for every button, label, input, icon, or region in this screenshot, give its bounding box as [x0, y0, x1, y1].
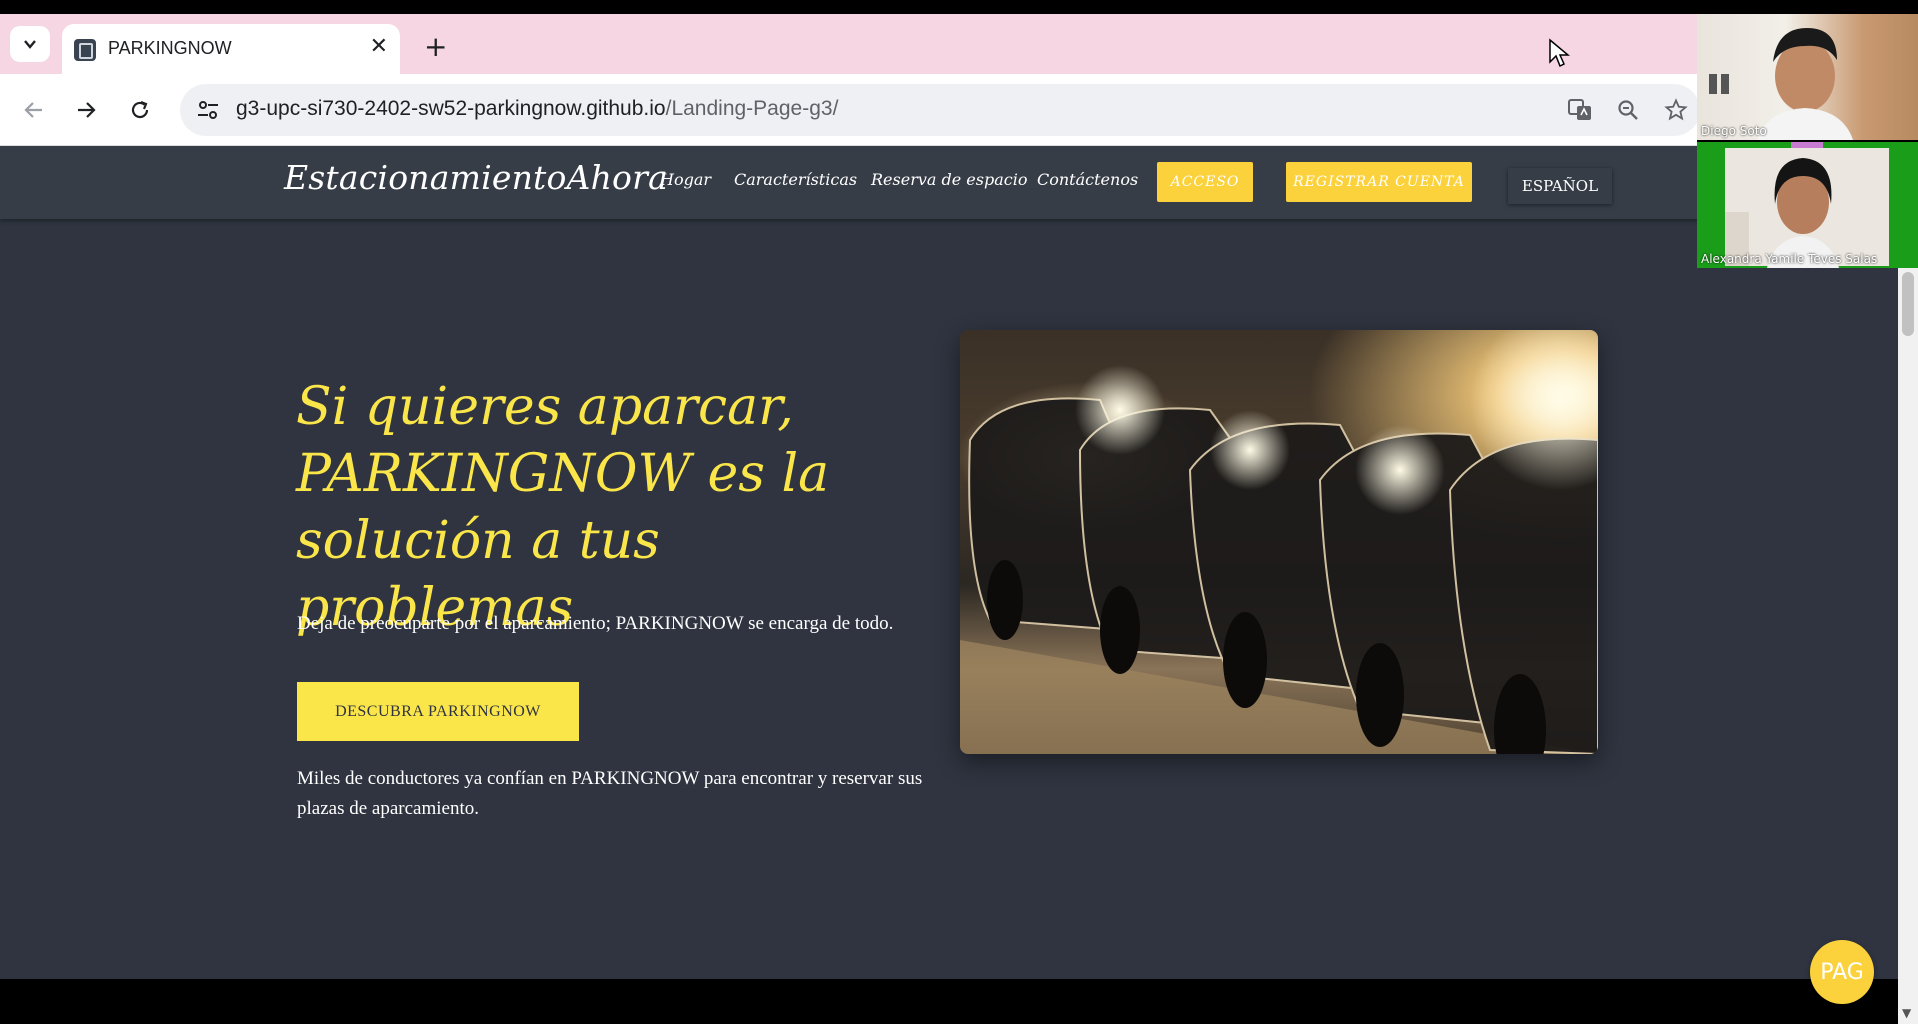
- forward-button[interactable]: [68, 92, 104, 128]
- hero-title-line: PARKINGNOW es la: [296, 444, 830, 504]
- participant-video-icon: [1709, 28, 1853, 140]
- new-tab-button[interactable]: +: [424, 30, 447, 63]
- nav-link-reserva[interactable]: Reserva de espacio: [871, 170, 1027, 189]
- hero-title-line: Si quieres aparcar,: [296, 377, 794, 437]
- discover-button[interactable]: DESCUBRA PARKINGNOW: [297, 682, 579, 741]
- arrow-left-icon: [24, 102, 42, 118]
- reload-icon: [131, 100, 149, 119]
- url-host: g3-upc-si730-2402-sw52-parkingnow.github…: [236, 97, 666, 120]
- participant-name: Alexandra Yamile Teves Salas: [1701, 252, 1878, 266]
- cars-illustration: [960, 330, 1598, 754]
- chevron-down-icon: [24, 40, 36, 49]
- top-border: [0, 0, 1918, 14]
- close-tab-icon[interactable]: ✕: [370, 34, 388, 59]
- site-logo[interactable]: EstacionamientoAhora: [284, 158, 668, 197]
- tab-title: PARKINGNOW: [108, 38, 232, 58]
- url-path: /Landing-Page-g3/: [665, 97, 839, 120]
- arrow-right-icon: [78, 102, 96, 118]
- hero-title: Si quieres aparcar, PARKINGNOW es la sol…: [296, 374, 936, 642]
- mouse-cursor-icon: [1549, 38, 1570, 68]
- participant-name: Diego Soto: [1701, 124, 1767, 138]
- site-navbar: EstacionamientoAhora Hogar Característic…: [0, 146, 1898, 219]
- register-button[interactable]: REGISTRAR CUENTA: [1286, 162, 1472, 202]
- browser-toolbar: g3-upc-si730-2402-sw52-parkingnow.github…: [0, 74, 1700, 146]
- site-favicon-icon: [74, 39, 96, 61]
- zoom-icon[interactable]: [1614, 96, 1642, 124]
- participant-video-icon: [1725, 142, 1889, 268]
- page-fab-button[interactable]: PAG: [1810, 940, 1874, 1004]
- scrollbar-thumb[interactable]: [1902, 272, 1914, 336]
- browser-tab[interactable]: PARKINGNOW ✕: [62, 24, 400, 74]
- address-bar[interactable]: g3-upc-si730-2402-sw52-parkingnow.github…: [180, 84, 1700, 136]
- scrollbar[interactable]: ▼: [1898, 268, 1918, 1024]
- reload-button[interactable]: [122, 92, 158, 128]
- language-button[interactable]: ESPAÑOL: [1508, 168, 1612, 204]
- bookmark-star-icon[interactable]: [1662, 96, 1690, 124]
- video-tile[interactable]: Alexandra Yamile Teves Salas: [1697, 142, 1918, 268]
- web-page: EstacionamientoAhora Hogar Característic…: [0, 146, 1898, 979]
- hero-footer-text: Miles de conductores ya confían en PARKI…: [297, 768, 923, 819]
- nav-link-caracteristicas[interactable]: Características: [734, 170, 857, 189]
- site-settings-icon[interactable]: [194, 96, 222, 124]
- nav-link-hogar[interactable]: Hogar: [660, 170, 711, 189]
- translate-icon[interactable]: [1566, 96, 1594, 124]
- tab-search-button[interactable]: [10, 26, 50, 62]
- tab-strip: PARKINGNOW ✕ +: [0, 14, 1697, 74]
- nav-link-contacto[interactable]: Contáctenos: [1037, 170, 1138, 189]
- url-text[interactable]: g3-upc-si730-2402-sw52-parkingnow.github…: [236, 97, 838, 121]
- back-button[interactable]: [16, 92, 52, 128]
- video-tile[interactable]: Diego Soto: [1697, 14, 1918, 140]
- parked-cars-image: [960, 330, 1598, 754]
- login-button[interactable]: ACCESO: [1157, 162, 1253, 202]
- scroll-down-arrow-icon[interactable]: ▼: [1902, 1006, 1911, 1020]
- hero-subtitle: Deja de preocuparte por el aparcamiento;…: [297, 613, 894, 634]
